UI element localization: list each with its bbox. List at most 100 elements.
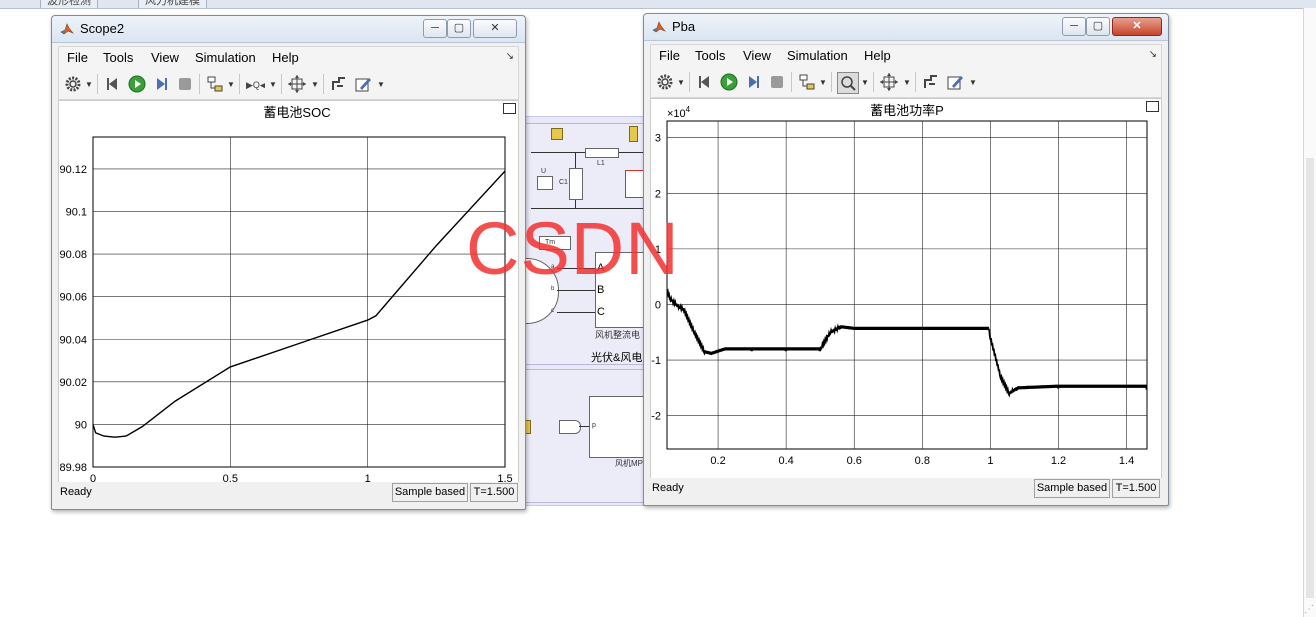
- step-forward-icon[interactable]: [743, 72, 763, 92]
- capacitor-label: C1: [559, 179, 568, 186]
- toolbar: ▼ ▼ ▶Q◀ ▼ ▼ ▼: [58, 69, 519, 100]
- x-tick-label: 1.2: [1051, 455, 1066, 467]
- capacitor-block[interactable]: [569, 168, 583, 200]
- settings-gear-icon[interactable]: [63, 74, 83, 94]
- zoom-dropdown-icon[interactable]: ▼: [269, 80, 277, 89]
- menu-overflow-icon[interactable]: ↘: [1149, 49, 1157, 60]
- style-dropdown-icon[interactable]: ▼: [377, 80, 385, 89]
- page-scrollbar[interactable]: ⋰: [1303, 8, 1316, 617]
- toolbar-separator: [97, 74, 98, 94]
- y-tick-label: 3: [655, 133, 661, 145]
- zoom-dropdown-icon[interactable]: ▼: [861, 78, 869, 87]
- pba-window[interactable]: Pba ─ ▢ ✕ File Tools View Simulation Hel…: [643, 13, 1169, 506]
- settings-gear-icon[interactable]: [655, 72, 675, 92]
- autoscale-icon[interactable]: [879, 72, 899, 92]
- style-edit-icon[interactable]: [353, 74, 373, 94]
- gen-port-c-label: c: [551, 308, 554, 314]
- menu-simulation[interactable]: Simulation: [195, 50, 256, 65]
- menu-file[interactable]: File: [659, 48, 680, 63]
- menu-help[interactable]: Help: [864, 48, 891, 63]
- goto-block[interactable]: [629, 126, 638, 142]
- minimize-button[interactable]: ─: [1062, 17, 1086, 36]
- x-tick-label: 1.4: [1119, 455, 1134, 467]
- y-tick-label: 0: [655, 299, 661, 311]
- autoscale-dropdown-icon[interactable]: ▼: [903, 78, 911, 87]
- from-block[interactable]: [559, 420, 581, 434]
- tab-wind-turbine-model[interactable]: 风力机建模: [138, 0, 207, 8]
- scope2-window[interactable]: Scope2 ─ ▢ ✕ File Tools View Simulation …: [51, 15, 526, 510]
- resize-corner-icon: ⋰: [1304, 604, 1314, 615]
- settings-dropdown-icon[interactable]: ▼: [85, 80, 93, 89]
- menu-tools[interactable]: Tools: [103, 50, 133, 65]
- highlight-block-icon[interactable]: [797, 72, 817, 92]
- inductor-block[interactable]: [585, 148, 619, 158]
- toolbar: ▼ ▼ ▼ ▼ ▼: [650, 67, 1162, 98]
- wire: [557, 312, 595, 313]
- window-title: Scope2: [80, 21, 125, 36]
- svg-text:▶Q◀: ▶Q◀: [246, 80, 265, 90]
- zoom-icon[interactable]: [837, 72, 859, 94]
- mppt-block-label: 风机MP: [615, 459, 643, 468]
- triggers-icon[interactable]: [921, 72, 941, 92]
- style-dropdown-icon[interactable]: ▼: [969, 78, 977, 87]
- maximize-icon: ▢: [453, 22, 465, 34]
- goto-block[interactable]: [551, 128, 563, 140]
- minimize-button[interactable]: ─: [423, 19, 447, 38]
- scrollbar-thumb[interactable]: [1306, 158, 1314, 598]
- exponent-label: ×104: [667, 105, 691, 120]
- x-tick-label: 1.5: [497, 473, 512, 482]
- highlight-dropdown-icon[interactable]: ▼: [819, 78, 827, 87]
- csdn-watermark: CSDN: [466, 207, 680, 290]
- y-tick-label: 90.12: [59, 164, 87, 176]
- scope2-plot[interactable]: 蓄电池SOC 0 0.5 1 1.5 89.98 90 90.02 90.04 90.06 90.…: [59, 101, 518, 482]
- menubar: File Tools View Simulation Help ↘: [58, 46, 519, 69]
- menu-view[interactable]: View: [743, 48, 771, 63]
- menu-file[interactable]: File: [67, 50, 88, 65]
- menu-tools[interactable]: Tools: [695, 48, 725, 63]
- zoom-icon[interactable]: ▶Q◀: [245, 74, 265, 94]
- maximize-button[interactable]: ▢: [1086, 17, 1110, 36]
- menu-overflow-icon[interactable]: ↘: [506, 51, 514, 62]
- triggers-icon[interactable]: [329, 74, 349, 94]
- sample-mode-box: Sample based: [1034, 479, 1110, 498]
- minimize-icon: ─: [431, 22, 439, 34]
- wind-mppt-block[interactable]: [589, 396, 647, 458]
- style-edit-icon[interactable]: [945, 72, 965, 92]
- menu-help[interactable]: Help: [272, 50, 299, 65]
- menu-view[interactable]: View: [151, 50, 179, 65]
- x-tick-label: 0: [90, 473, 96, 482]
- step-forward-icon[interactable]: [151, 74, 171, 94]
- stop-icon[interactable]: [175, 74, 195, 94]
- scope2-titlebar[interactable]: Scope2 ─ ▢ ✕: [52, 16, 525, 43]
- highlight-dropdown-icon[interactable]: ▼: [227, 80, 235, 89]
- maximize-button[interactable]: ▢: [447, 19, 471, 38]
- run-icon[interactable]: [719, 72, 739, 92]
- run-icon[interactable]: [127, 74, 147, 94]
- mppt-port-label: p: [592, 422, 596, 429]
- maximize-icon: ▢: [1092, 20, 1104, 32]
- menubar: File Tools View Simulation Help ↘: [650, 44, 1162, 67]
- pba-titlebar[interactable]: Pba ─ ▢ ✕: [644, 14, 1168, 41]
- tab-waveform-detection[interactable]: 波形检测: [40, 0, 98, 8]
- step-back-icon[interactable]: [695, 72, 715, 92]
- wind-mppt-subsystem[interactable]: p 风机MP: [524, 369, 647, 503]
- settings-dropdown-icon[interactable]: ▼: [677, 78, 685, 87]
- statusbar: Ready Sample based T=1.500: [650, 478, 1162, 498]
- close-button[interactable]: ✕: [1112, 17, 1162, 36]
- toolbar-separator: [281, 74, 282, 94]
- close-button[interactable]: ✕: [473, 19, 517, 38]
- voltage-source-block[interactable]: [537, 176, 553, 190]
- toolbar-separator: [831, 72, 832, 92]
- toolbar-separator: [199, 74, 200, 94]
- pv-wind-subsystem-label: 光伏&风电: [591, 352, 643, 364]
- autoscale-icon[interactable]: [287, 74, 307, 94]
- y-tick-label: 90.06: [59, 292, 87, 304]
- step-back-icon[interactable]: [103, 74, 123, 94]
- autoscale-dropdown-icon[interactable]: ▼: [311, 80, 319, 89]
- highlight-block-icon[interactable]: [205, 74, 225, 94]
- stop-icon[interactable]: [767, 72, 787, 92]
- y-tick-label: 90.1: [66, 207, 87, 219]
- pba-plot[interactable]: 蓄电池功率P ×104 0.2 0.4 0.6 0.8 1 1.2 1.4-2-10123: [651, 99, 1161, 478]
- simulink-model-canvas[interactable]: L1 U C1 Tm a b c A B C 风机整流电 光伏&风电 p 风机M…: [523, 116, 648, 506]
- menu-simulation[interactable]: Simulation: [787, 48, 848, 63]
